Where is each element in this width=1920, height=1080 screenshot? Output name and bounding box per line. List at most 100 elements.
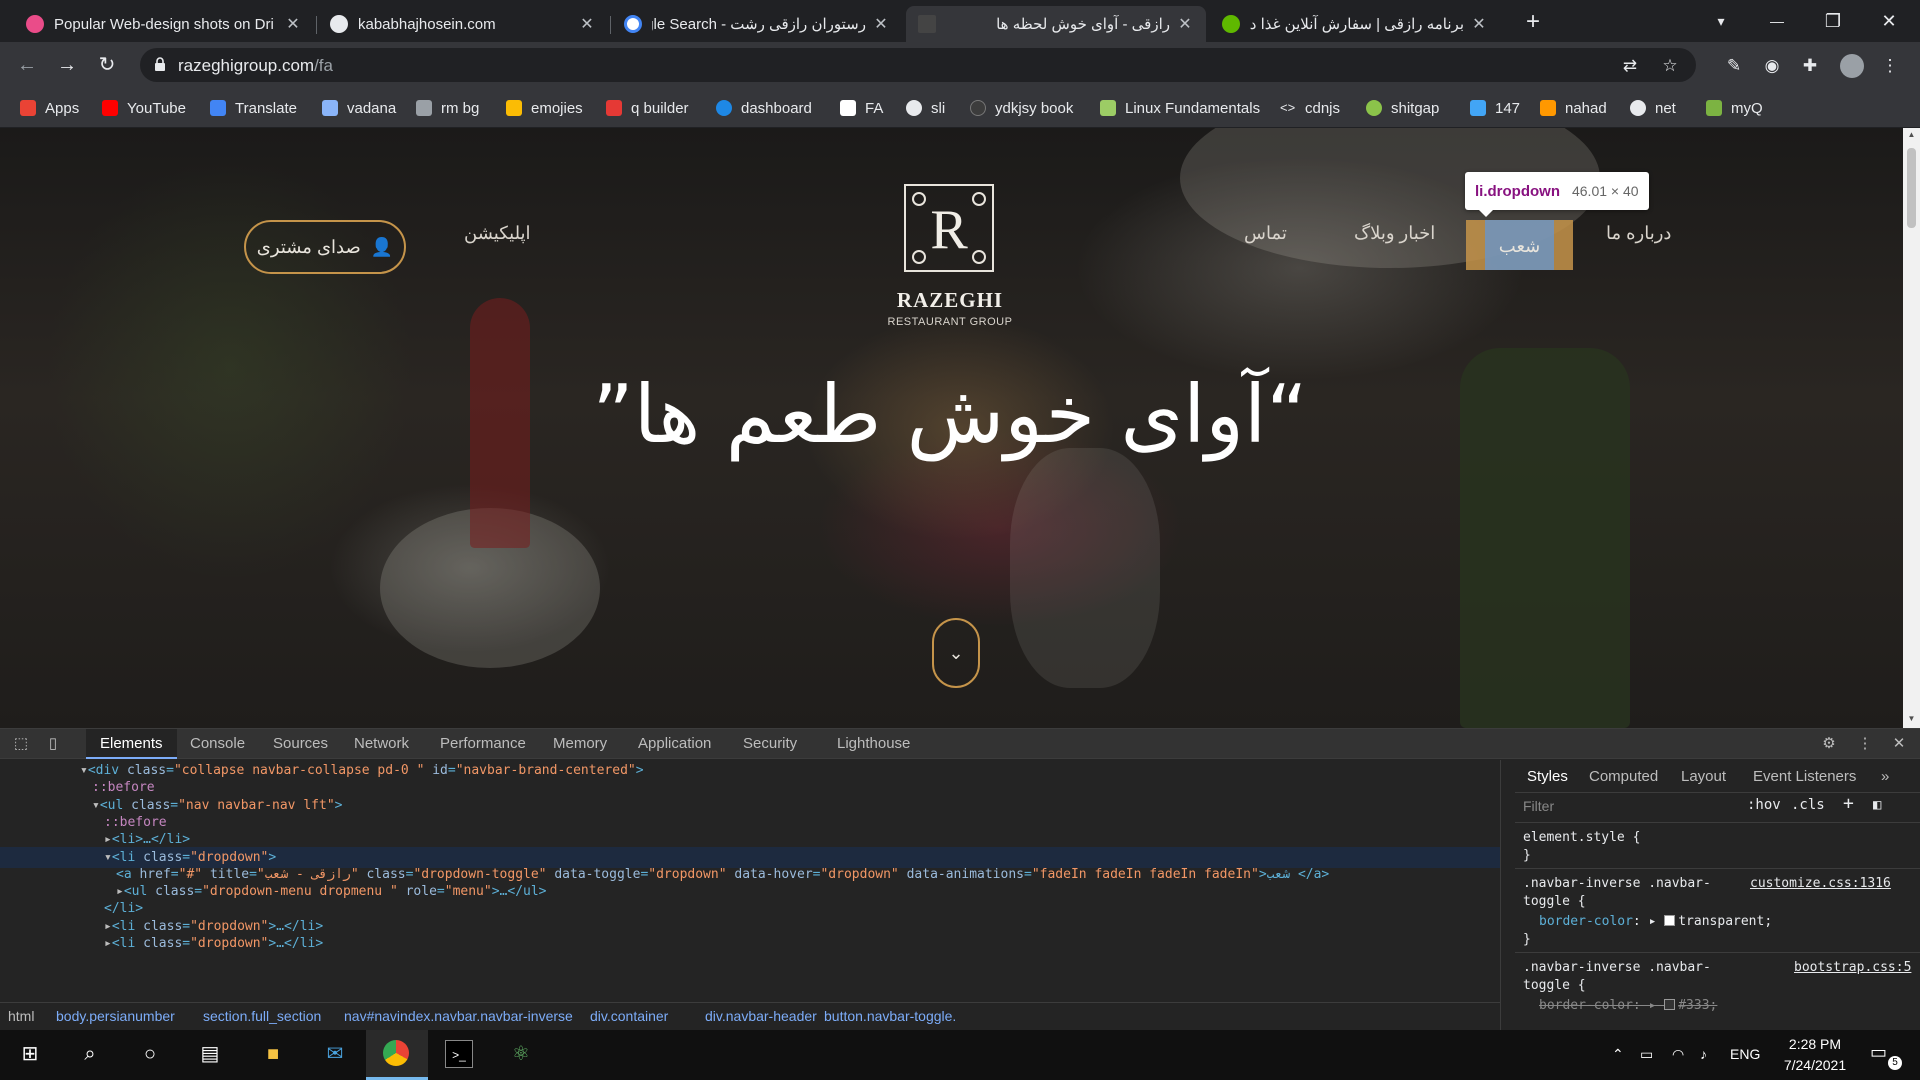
- device-toolbar-icon[interactable]: ▯: [44, 735, 62, 753]
- expand-toggle-icon[interactable]: ▸: [104, 919, 112, 934]
- panel-divider[interactable]: [1500, 760, 1501, 1031]
- bookmark-sli[interactable]: sli: [906, 96, 945, 120]
- extensions-puzzle-icon[interactable]: ✚: [1800, 56, 1820, 76]
- color-swatch[interactable]: [1664, 999, 1676, 1010]
- devtools-tab-network[interactable]: Network: [354, 729, 409, 759]
- bookmark-linux-fundamentals[interactable]: Linux Fundamentals: [1100, 96, 1260, 120]
- devtools-close-icon[interactable]: ✕: [1890, 735, 1908, 753]
- customer-voice-button[interactable]: 👤 صدای مشتری: [244, 220, 406, 274]
- tab-close-icon[interactable]: ✕: [1470, 14, 1488, 34]
- profile-avatar[interactable]: [1840, 54, 1864, 78]
- chrome-app[interactable]: [366, 1030, 428, 1080]
- rule2-source-link[interactable]: bootstrap.css:5: [1794, 960, 1911, 975]
- nav-contact[interactable]: تماس: [1244, 223, 1287, 244]
- tray-chevron-up-icon[interactable]: ⌃: [1612, 1046, 1624, 1063]
- bookmark-shitgap[interactable]: shitgap: [1366, 96, 1439, 120]
- wifi-icon[interactable]: ◠: [1672, 1046, 1684, 1063]
- add-rule-icon[interactable]: +: [1843, 793, 1854, 814]
- address-bar[interactable]: razeghigroup.com/fa ⇄ ☆: [140, 48, 1696, 82]
- devtools-tab-lighthouse[interactable]: Lighthouse: [837, 729, 910, 759]
- scroll-down-arrow-icon[interactable]: ▼: [1903, 714, 1920, 723]
- breadcrumb-item[interactable]: div.container: [590, 1008, 668, 1024]
- toggle-sidebar-icon[interactable]: ◧: [1873, 797, 1881, 813]
- bookmark-cdnjs[interactable]: <> cdnjs: [1280, 96, 1340, 120]
- nav-news[interactable]: اخبار وبلاگ: [1354, 223, 1435, 244]
- back-button[interactable]: ←: [12, 50, 42, 80]
- devtools-tab-performance[interactable]: Performance: [440, 729, 526, 759]
- battery-icon[interactable]: ▭: [1640, 1046, 1653, 1063]
- forward-button[interactable]: →: [52, 50, 82, 80]
- devtools-menu-icon[interactable]: ⋮: [1856, 735, 1874, 753]
- search-icon[interactable]: ⌕: [76, 1040, 104, 1068]
- bookmark-vadana[interactable]: vadana: [322, 96, 396, 120]
- scrollbar-thumb[interactable]: [1907, 148, 1916, 228]
- tab-close-icon[interactable]: ✕: [1176, 14, 1194, 34]
- bookmark-apps[interactable]: Apps: [20, 96, 79, 120]
- devtools-tab-console[interactable]: Console: [190, 729, 245, 759]
- scroll-up-arrow-icon[interactable]: ▲: [1903, 130, 1920, 139]
- breadcrumb-item[interactable]: body.persianumber: [56, 1008, 175, 1024]
- tab-close-icon[interactable]: ✕: [872, 14, 890, 34]
- browser-tab-razeghi-app[interactable]: برنامه رازقی | سفارش آنلاین غذا در ✕: [1210, 6, 1500, 42]
- devtools-tab-application[interactable]: Application: [638, 729, 711, 759]
- rule2-selector[interactable]: .navbar-inverse .navbar-: [1523, 960, 1711, 975]
- expand-toggle-icon[interactable]: ▸: [116, 884, 124, 899]
- styles-tab-styles[interactable]: Styles: [1527, 764, 1568, 790]
- more-tabs-chevron-icon[interactable]: »: [1881, 764, 1889, 790]
- nav-app[interactable]: اپلیکیشن: [464, 223, 531, 244]
- file-explorer-app[interactable]: ■: [242, 1030, 304, 1080]
- minimize-button[interactable]: —: [1754, 6, 1800, 36]
- bookmark-q-builder[interactable]: q builder: [606, 96, 689, 120]
- bookmark-rm-bg[interactable]: rm bg: [416, 96, 479, 120]
- atom-app[interactable]: ⚛: [490, 1030, 552, 1080]
- rule1-selector[interactable]: .navbar-inverse .navbar-: [1523, 876, 1711, 891]
- page-scrollbar[interactable]: ▲ ▼: [1903, 128, 1920, 728]
- expand-toggle-icon[interactable]: ▸: [104, 936, 112, 951]
- tab-search-button[interactable]: ▾: [1698, 6, 1744, 36]
- browser-tab-kababhajhosein[interactable]: kababhajhosein.com ✕: [318, 6, 608, 42]
- reload-button[interactable]: ↻: [92, 50, 122, 80]
- bookmark-fa[interactable]: FA: [840, 96, 883, 120]
- bookmark-emojies[interactable]: emojies: [506, 96, 583, 120]
- bookmark-147[interactable]: 147: [1470, 96, 1520, 120]
- rule2-declaration-overridden[interactable]: border-color: ▸ #333;: [1539, 998, 1717, 1013]
- chrome-menu-icon[interactable]: ⋮: [1880, 56, 1900, 76]
- styles-tab-computed[interactable]: Computed: [1589, 764, 1658, 790]
- new-tab-button[interactable]: +: [1520, 10, 1546, 36]
- close-window-button[interactable]: ✕: [1866, 6, 1912, 36]
- bookmark-translate[interactable]: Translate: [210, 96, 297, 120]
- mail-app[interactable]: ✉: [304, 1030, 366, 1080]
- site-logo[interactable]: R: [904, 184, 994, 272]
- styles-tab-event-listeners[interactable]: Event Listeners: [1753, 764, 1856, 790]
- devtools-tab-elements[interactable]: Elements: [86, 729, 177, 759]
- breadcrumb-item[interactable]: html: [8, 1008, 34, 1024]
- rule1-declaration[interactable]: border-color: ▸ transparent;: [1539, 914, 1772, 929]
- tab-close-icon[interactable]: ✕: [578, 14, 596, 34]
- styles-tab-layout[interactable]: Layout: [1681, 764, 1726, 790]
- volume-icon[interactable]: ♪: [1700, 1046, 1707, 1062]
- browser-tab-dribbble[interactable]: Popular Web-design shots on Dri ✕: [14, 6, 314, 42]
- system-clock[interactable]: 2:28 PM 7/24/2021: [1770, 1034, 1860, 1076]
- cls-toggle[interactable]: .cls: [1791, 797, 1825, 813]
- language-indicator[interactable]: ENG: [1730, 1046, 1760, 1062]
- devtools-tab-sources[interactable]: Sources: [273, 729, 328, 759]
- windows-start-icon[interactable]: ⊞: [16, 1040, 44, 1068]
- extension-grammar-icon[interactable]: ◉: [1762, 56, 1782, 76]
- devtools-tab-memory[interactable]: Memory: [553, 729, 607, 759]
- notification-center-icon[interactable]: ▭: [1870, 1042, 1887, 1063]
- bookmark-dashboard[interactable]: dashboard: [716, 96, 812, 120]
- breadcrumb-item[interactable]: div.navbar-header: [705, 1008, 817, 1024]
- element-style-selector[interactable]: element.style {: [1523, 830, 1640, 845]
- browser-tab-google-search[interactable]: رستوران رازقی رشت - Google Search ✕: [612, 6, 902, 42]
- bookmark-myq[interactable]: myQ: [1706, 96, 1763, 120]
- dom-tree[interactable]: ▾<div class="collapse navbar-collapse pd…: [0, 760, 1500, 1000]
- translate-page-icon[interactable]: ⇄: [1620, 56, 1640, 76]
- devtools-settings-gear-icon[interactable]: ⚙: [1820, 735, 1838, 753]
- devtools-tab-security[interactable]: Security: [743, 729, 797, 759]
- bookmark-net[interactable]: net: [1630, 96, 1676, 120]
- expand-toggle-icon[interactable]: ▾: [80, 763, 88, 778]
- bookmark-ydkjsy-book[interactable]: ydkjsy book: [970, 96, 1073, 120]
- expand-toggle-icon[interactable]: ▾: [104, 850, 112, 865]
- tab-close-icon[interactable]: ✕: [284, 14, 302, 34]
- breadcrumb-item[interactable]: nav#navindex.navbar.navbar-inverse: [344, 1008, 573, 1024]
